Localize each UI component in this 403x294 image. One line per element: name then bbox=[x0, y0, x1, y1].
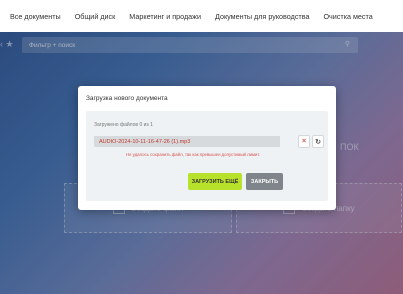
nav-item-marketing-sales[interactable]: Маркетинг и продажи bbox=[122, 12, 208, 21]
close-button[interactable]: ЗАКРЫТЬ bbox=[246, 173, 283, 190]
top-navigation: Все документы Общий диск Маркетинг и про… bbox=[0, 0, 403, 32]
upload-dialog: Загрузка нового документа Загружено файл… bbox=[78, 86, 336, 210]
upload-count: Загружено файлов 0 из 1 bbox=[94, 122, 153, 128]
dialog-title: Загрузка нового документа bbox=[86, 95, 168, 102]
error-message: Не удалось сохранить файл, так как превы… bbox=[126, 152, 261, 157]
nav-item-cleanup[interactable]: Очистка места bbox=[316, 12, 379, 21]
nav-item-shared-drive[interactable]: Общий диск bbox=[68, 12, 123, 21]
file-row: AUDIO-2024-10-11-16-47-26 (1).mp3 bbox=[94, 136, 280, 147]
delete-icon[interactable]: × bbox=[298, 135, 310, 148]
dialog-body: Загружено файлов 0 из 1 AUDIO-2024-10-11… bbox=[86, 111, 328, 201]
upload-more-button[interactable]: ЗАГРУЗИТЬ ЕЩЁ bbox=[188, 173, 242, 190]
retry-icon[interactable]: ↻ bbox=[312, 135, 324, 148]
nav-item-management-docs[interactable]: Документы для руководства bbox=[208, 12, 316, 21]
file-name: AUDIO-2024-10-11-16-47-26 (1).mp3 bbox=[99, 138, 191, 145]
nav-item-all-documents[interactable]: Все документы bbox=[0, 12, 68, 21]
